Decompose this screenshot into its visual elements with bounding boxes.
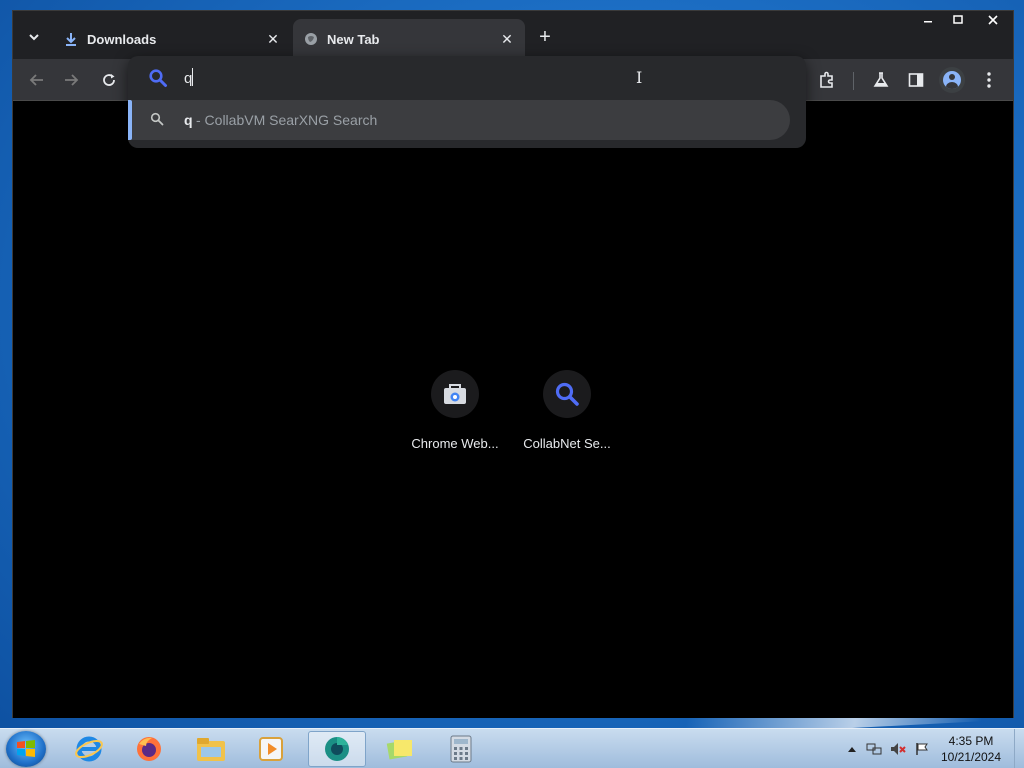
labs-button[interactable] [869, 68, 893, 92]
action-center-flag-icon[interactable] [914, 741, 930, 757]
ibeam-cursor-icon: I [636, 68, 643, 87]
flask-icon [873, 72, 889, 87]
tab-downloads[interactable]: Downloads ✕ [53, 19, 291, 59]
start-button[interactable] [6, 731, 46, 767]
search-icon [148, 68, 168, 93]
internet-explorer-icon [75, 736, 103, 762]
toolbar-divider [853, 72, 854, 90]
back-button[interactable] [25, 68, 49, 92]
profile-avatar[interactable] [939, 67, 965, 93]
clock-time: 4:35 PM [948, 734, 994, 748]
chrome-web-store-icon [431, 370, 479, 418]
shortcut-tile[interactable]: CollabNet Se... [517, 370, 617, 460]
address-bar-input[interactable] [184, 66, 744, 90]
close-button[interactable] [973, 11, 1013, 29]
omnibox: I [128, 56, 806, 100]
search-icon [150, 112, 164, 129]
side-panel-button[interactable] [904, 68, 928, 92]
more-vert-icon [987, 72, 991, 88]
download-icon [63, 31, 79, 47]
shortcut-label: Chrome Web... [411, 436, 499, 451]
omnibox-suggestion[interactable]: q - CollabVM SearXNG Search [128, 100, 790, 140]
puzzle-icon [820, 71, 833, 88]
omnibox-popup: I q - CollabVM SearXNG Search [128, 56, 806, 148]
maximize-icon [953, 15, 963, 24]
window-controls [913, 11, 1013, 31]
close-icon [988, 15, 998, 25]
calculator-icon [450, 735, 472, 763]
system-clock[interactable]: 4:35 PM 10/21/2024 [932, 733, 1010, 765]
suggestion-query: q [184, 112, 193, 128]
tab-close-button[interactable]: ✕ [499, 31, 515, 47]
tab-new-tab[interactable]: New Tab ✕ [293, 19, 525, 59]
shortcut-tile[interactable]: Chrome Web... [405, 370, 505, 460]
taskbar: 4:35 PM 10/21/2024 [0, 728, 1024, 768]
arrow-right-icon [65, 74, 79, 86]
tab-label: New Tab [327, 31, 380, 47]
taskbar-internet-explorer[interactable] [60, 731, 118, 767]
media-player-icon [259, 737, 283, 761]
tray-expand-icon[interactable] [844, 741, 860, 757]
forward-button[interactable] [59, 68, 83, 92]
chrome-icon [325, 737, 349, 761]
suggestion-description: - CollabVM SearXNG Search [196, 112, 378, 128]
volume-muted-icon[interactable] [890, 741, 906, 757]
file-explorer-icon [197, 738, 225, 761]
tab-close-button[interactable]: ✕ [265, 31, 281, 47]
minimize-icon [924, 21, 932, 23]
new-tab-page: Chrome Web... CollabNet Se... [13, 102, 1013, 718]
taskbar-sticky-notes[interactable] [370, 731, 428, 767]
reload-button[interactable] [97, 68, 121, 92]
title-bar: Downloads ✕ New Tab ✕ + [13, 11, 1013, 59]
taskbar-firefox[interactable] [120, 731, 178, 767]
side-panel-icon [908, 73, 924, 87]
globe-icon [303, 31, 319, 47]
show-desktop-button[interactable] [1014, 729, 1024, 768]
taskbar-media-player[interactable] [242, 731, 300, 767]
tab-search-button[interactable] [23, 26, 45, 48]
taskbar-calculator[interactable] [432, 731, 490, 767]
new-tab-button[interactable]: + [533, 25, 557, 49]
chevron-down-icon [29, 34, 39, 41]
reload-icon [103, 74, 115, 86]
taskbar-file-explorer[interactable] [182, 731, 240, 767]
minimize-button[interactable] [913, 11, 943, 29]
menu-button[interactable] [977, 68, 1001, 92]
arrow-left-icon [29, 74, 43, 86]
search-icon [543, 370, 591, 418]
text-caret [192, 68, 193, 86]
shortcut-label: CollabNet Se... [523, 436, 611, 451]
extensions-button[interactable] [815, 68, 839, 92]
clock-date: 10/21/2024 [940, 750, 1002, 764]
person-icon [943, 71, 961, 89]
tab-label: Downloads [87, 31, 157, 47]
taskbar-chrome[interactable] [308, 731, 366, 767]
maximize-button[interactable] [943, 11, 973, 29]
windows-logo-icon [17, 740, 35, 757]
firefox-icon [137, 737, 161, 761]
network-icon[interactable] [866, 741, 882, 757]
sticky-notes-icon [386, 740, 412, 760]
